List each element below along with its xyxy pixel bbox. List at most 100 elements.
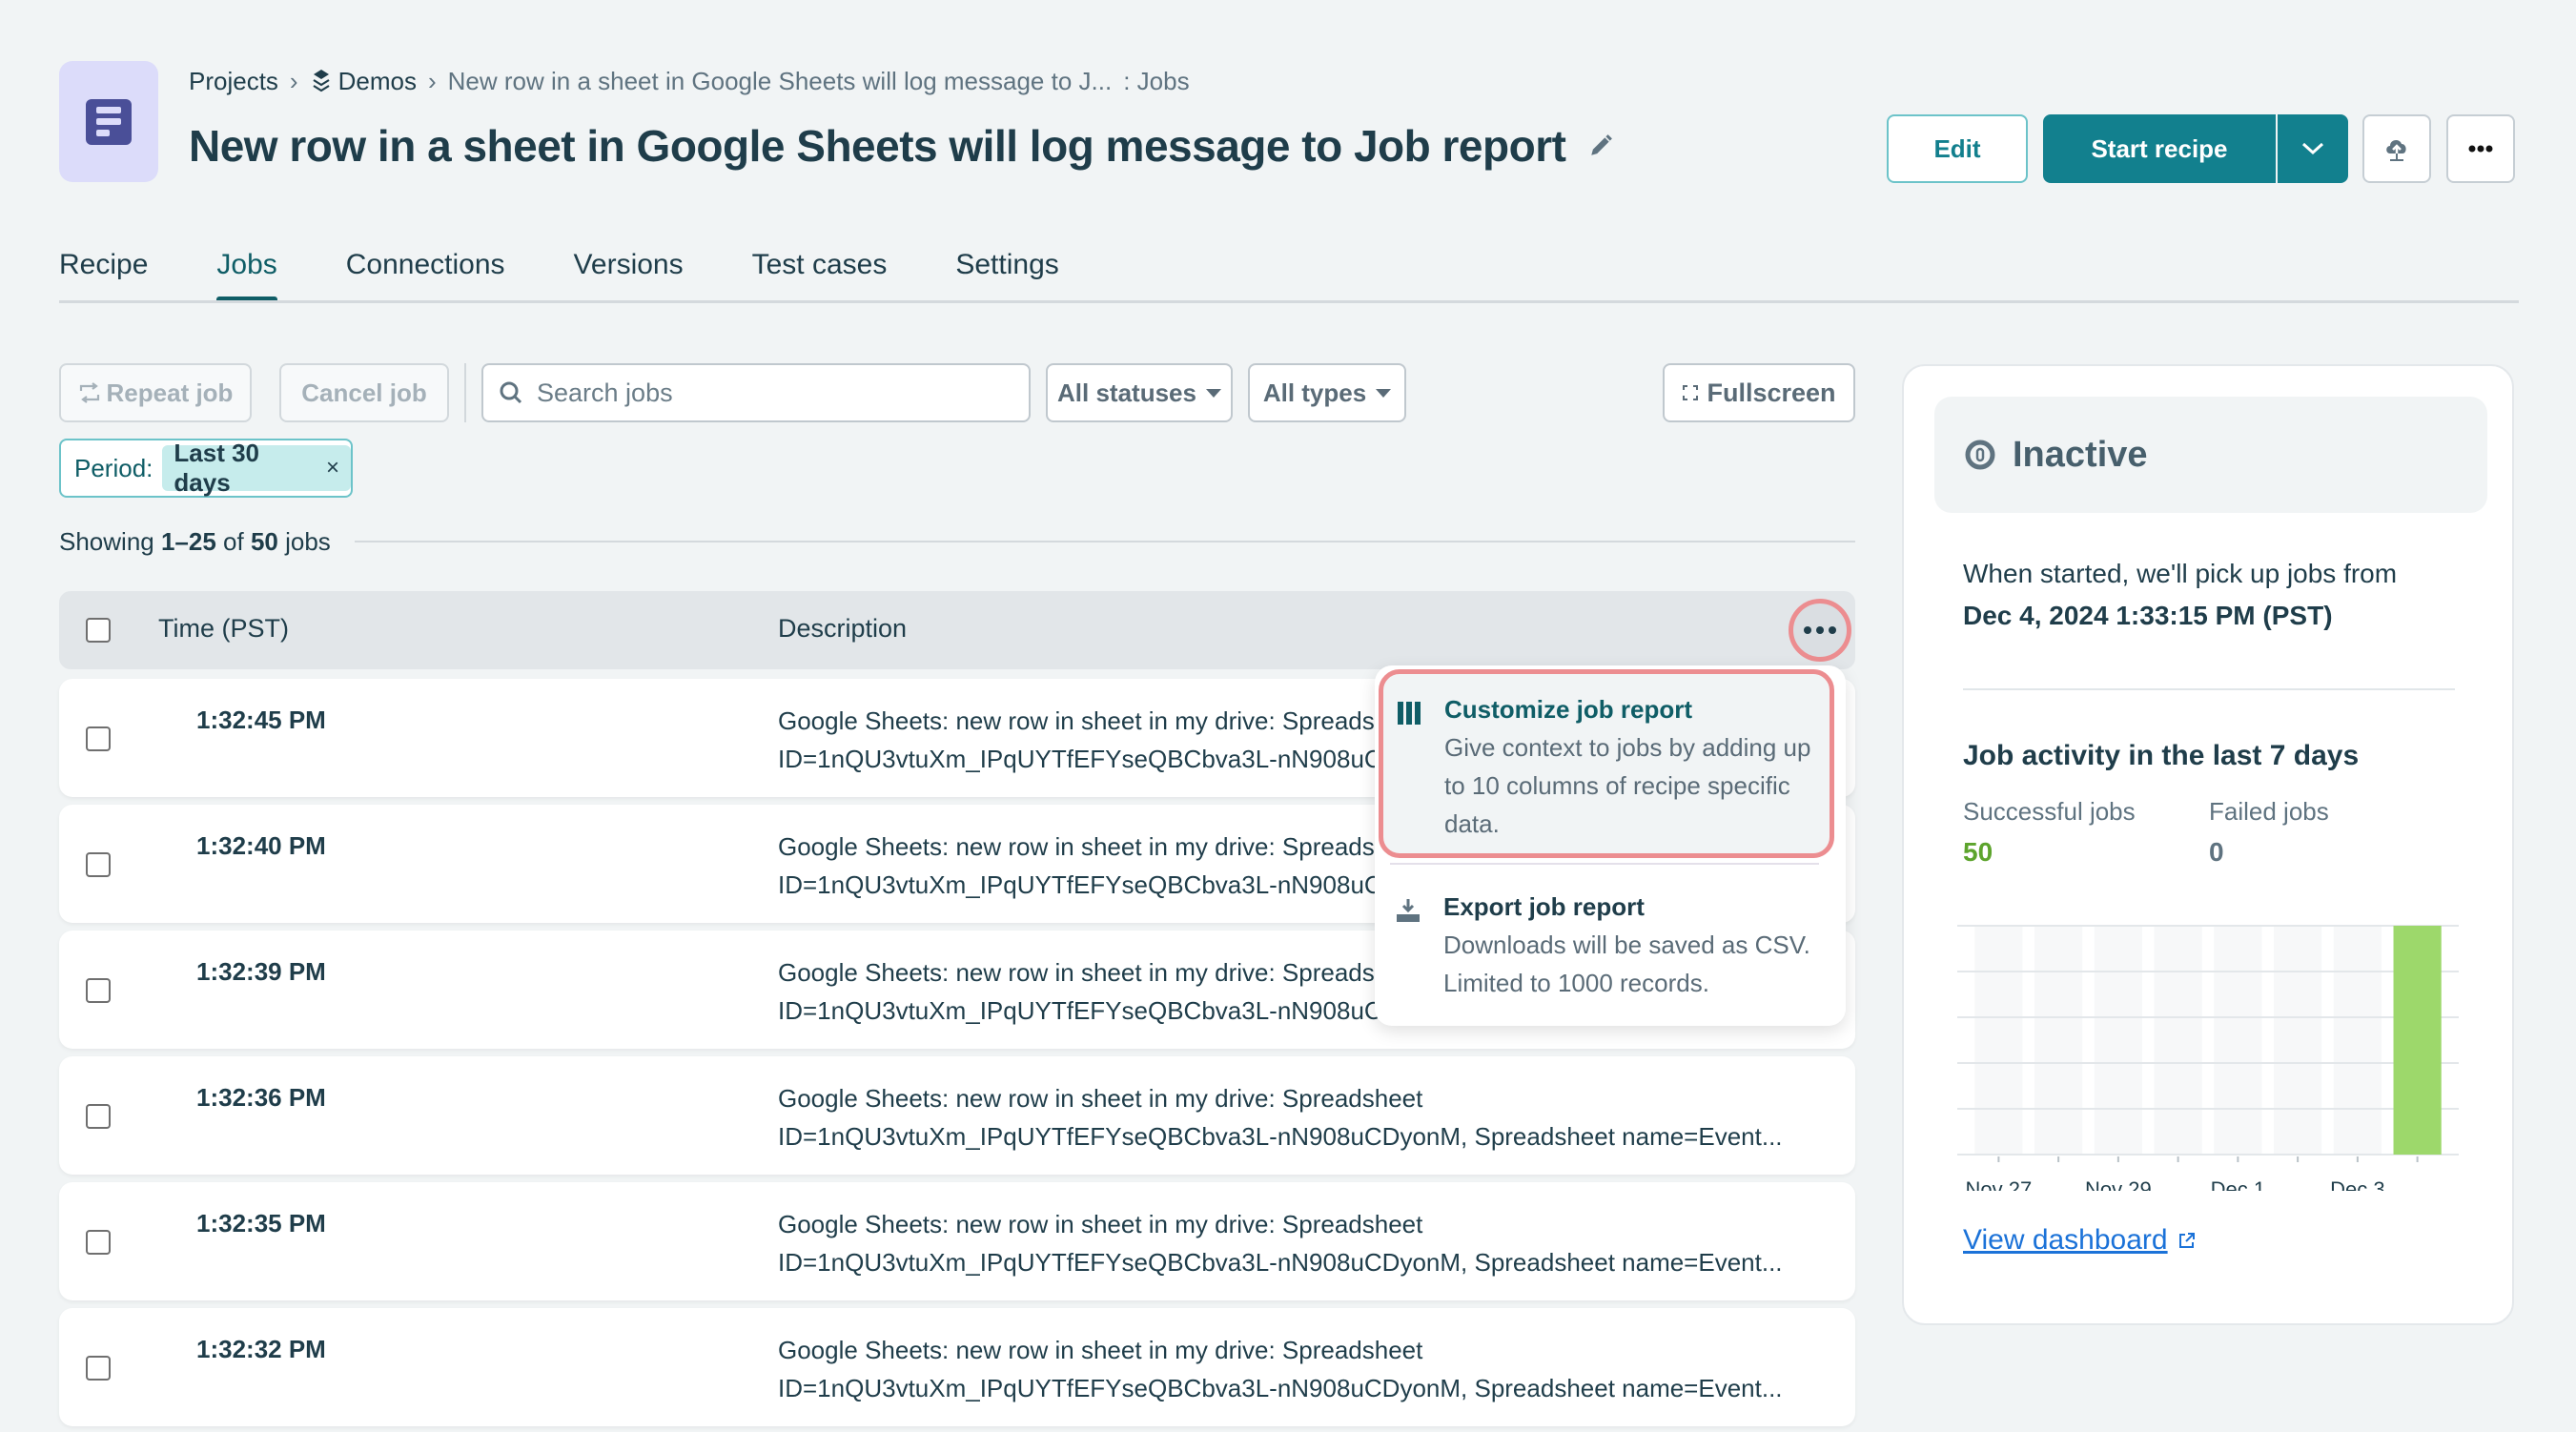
- columns-icon: [1398, 702, 1421, 725]
- cloud-upload-icon: [2386, 140, 2406, 161]
- activity-title: Job activity in the last 7 days: [1963, 740, 2360, 771]
- view-dashboard-link[interactable]: View dashboard: [1963, 1224, 2197, 1257]
- breadcrumb-folder[interactable]: Demos: [310, 67, 417, 96]
- start-recipe-options-button[interactable]: [2278, 114, 2348, 183]
- cancel-job-button[interactable]: Cancel job: [279, 363, 449, 422]
- job-time: 1:32:35 PM: [196, 1209, 326, 1238]
- summary-divider: [355, 541, 1855, 542]
- chart-column-bg: [1974, 926, 2023, 1155]
- table-row[interactable]: 1:32:35 PM Google Sheets: new row in she…: [59, 1182, 1855, 1300]
- chart-tick-label: Nov 27: [1966, 1177, 2033, 1191]
- breadcrumb-recipe[interactable]: New row in a sheet in Google Sheets will…: [448, 67, 1113, 96]
- job-time: 1:32:45 PM: [196, 706, 326, 734]
- chevron-right-icon: ›: [427, 66, 437, 95]
- page-title: New row in a sheet in Google Sheets will…: [189, 120, 1613, 172]
- period-filter-chip[interactable]: Period: Last 30 days ×: [59, 439, 353, 498]
- repeat-job-label: Repeat job: [106, 378, 234, 407]
- recipe-status-panel: Inactive When started, we'll pick up job…: [1902, 364, 2514, 1325]
- summary-range: 1–25: [160, 527, 216, 556]
- document-icon: [86, 98, 132, 145]
- period-value-text: Last 30 days: [174, 439, 259, 497]
- table-row[interactable]: 1:32:32 PM Google Sheets: new row in she…: [59, 1308, 1855, 1426]
- tabs-divider: [59, 300, 2519, 303]
- search-jobs-field[interactable]: [481, 363, 1031, 422]
- tab-recipe[interactable]: Recipe: [59, 244, 148, 301]
- row-checkbox[interactable]: [86, 1104, 111, 1129]
- row-checkbox[interactable]: [86, 1356, 111, 1381]
- dot: [1804, 626, 1811, 634]
- dot: [1816, 626, 1824, 634]
- chart-tick-label: Nov 29: [2085, 1177, 2152, 1191]
- start-recipe-button[interactable]: Start recipe: [2043, 114, 2276, 183]
- repeat-icon: [79, 382, 99, 403]
- pencil-icon[interactable]: [1588, 133, 1613, 158]
- status-filter-dropdown[interactable]: All statuses: [1046, 363, 1233, 422]
- more-options-button[interactable]: [2446, 114, 2515, 183]
- panel-divider: [1963, 688, 2455, 690]
- failed-jobs-label: Failed jobs: [2209, 797, 2329, 826]
- search-jobs-input[interactable]: [537, 378, 994, 408]
- tab-settings[interactable]: Settings: [955, 244, 1058, 301]
- status-filter-label: All statuses: [1057, 378, 1196, 407]
- table-row[interactable]: 1:32:36 PM Google Sheets: new row in she…: [59, 1056, 1855, 1175]
- customize-title: Customize job report: [1444, 695, 1693, 724]
- chart-column-bg: [2154, 926, 2202, 1155]
- desc-line-1: Google Sheets: new row in sheet in my dr…: [778, 1336, 1423, 1364]
- summary-total: 50: [250, 527, 278, 556]
- period-value: Last 30 days ×: [162, 439, 351, 497]
- column-description: Description: [778, 614, 908, 643]
- chart-tick-label: Dec 1: [2211, 1177, 2265, 1191]
- customize-desc: Give context to jobs by adding up to 10 …: [1444, 733, 1811, 838]
- desc-line-1: Google Sheets: new row in sheet in my dr…: [778, 1210, 1423, 1238]
- column-time: Time (PST): [158, 614, 289, 643]
- table-options-button[interactable]: [1789, 599, 1851, 662]
- fullscreen-button[interactable]: Fullscreen: [1663, 363, 1855, 422]
- export-job-report-item[interactable]: Export job report Downloads will be save…: [1375, 868, 1846, 1002]
- recipe-title: New row in a sheet in Google Sheets will…: [189, 121, 1566, 171]
- breadcrumb-projects[interactable]: Projects: [189, 67, 278, 96]
- summary-of: of: [215, 527, 251, 556]
- row-checkbox[interactable]: [86, 978, 111, 1003]
- repeat-job-button[interactable]: Repeat job: [59, 363, 252, 422]
- status-box: Inactive: [1934, 397, 2487, 513]
- tab-jobs[interactable]: Jobs: [216, 244, 278, 301]
- folder-stack-icon: [313, 70, 330, 92]
- chart-column-bg: [2094, 926, 2142, 1155]
- tab-test-cases[interactable]: Test cases: [752, 244, 888, 301]
- customize-job-report-item[interactable]: Customize job report Give context to job…: [1379, 669, 1834, 858]
- row-checkbox[interactable]: [86, 852, 111, 877]
- period-label: Period:: [74, 453, 153, 482]
- external-link-icon: [2178, 1233, 2195, 1248]
- row-checkbox[interactable]: [86, 1230, 111, 1255]
- export-title: Export job report: [1443, 892, 1645, 921]
- deploy-button[interactable]: [2362, 114, 2431, 183]
- successful-jobs-count: 50: [1963, 837, 1993, 867]
- successful-jobs-label: Successful jobs: [1963, 797, 2136, 826]
- caret-down-icon: [1205, 388, 1221, 398]
- fullscreen-label: Fullscreen: [1707, 378, 1836, 407]
- tab-connections[interactable]: Connections: [346, 244, 505, 301]
- remove-filter-icon[interactable]: ×: [326, 455, 339, 481]
- job-description: Google Sheets: new row in sheet in my dr…: [778, 1205, 1808, 1281]
- chevron-down-icon: [2301, 142, 2324, 155]
- edit-button[interactable]: Edit: [1887, 114, 2028, 183]
- menu-divider: [1390, 863, 1819, 865]
- chart-column-bg: [2034, 926, 2083, 1155]
- select-all-checkbox[interactable]: [86, 618, 111, 643]
- status-label: Inactive: [2013, 434, 2148, 475]
- chart-tick-label: Dec 3: [2330, 1177, 2384, 1191]
- tab-versions[interactable]: Versions: [574, 244, 684, 301]
- table-header: Time (PST) Description: [59, 591, 1855, 669]
- chevron-right-icon: ›: [289, 66, 298, 95]
- breadcrumb: Projects › Demos › New row in a sheet in…: [189, 65, 1190, 97]
- type-filter-dropdown[interactable]: All types: [1248, 363, 1406, 422]
- row-checkbox[interactable]: [86, 726, 111, 751]
- chart-column-bg: [2214, 926, 2262, 1155]
- toolbar-divider: [464, 363, 466, 422]
- recipe-app-icon: [59, 61, 158, 182]
- job-time: 1:32:39 PM: [196, 957, 326, 986]
- chart-column-bg: [2333, 926, 2382, 1155]
- download-icon: [1397, 899, 1420, 922]
- desc-line-2: ID=1nQU3vtuXm_IPqUYTfEFYseQBCbva3L-nN908…: [778, 1374, 1783, 1402]
- search-icon: [500, 381, 522, 404]
